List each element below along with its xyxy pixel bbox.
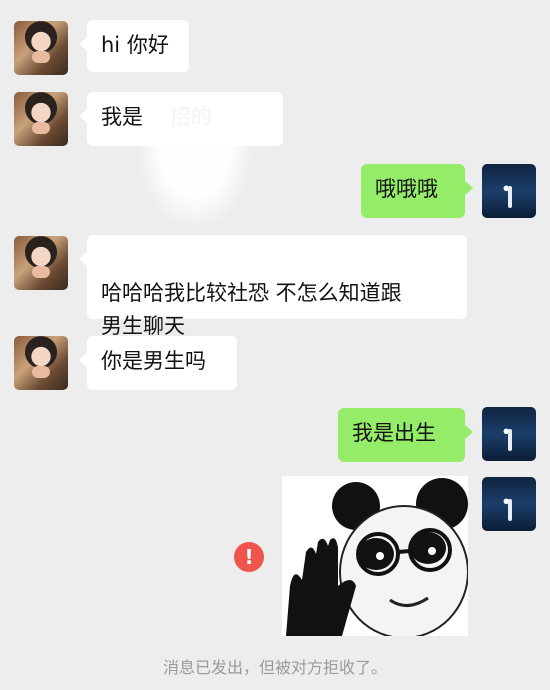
message-text-3: 哦哦哦 [375, 177, 438, 201]
message-text-2: 我是 招的 [101, 105, 212, 129]
message-text-6: 我是出生 [352, 421, 436, 445]
message-text-5: 你是男生吗 [101, 349, 206, 373]
message-bubble-3[interactable]: 哦哦哦 [361, 164, 473, 218]
contact-avatar[interactable] [14, 236, 68, 290]
message-text-4: 哈哈哈我比较社恐 不怎么知道跟 男生聊天 [101, 281, 402, 338]
message-rejected-notice: 消息已发出，但被对方拒收了。 [162, 658, 387, 677]
panda-meme-sticker-image[interactable] [282, 476, 468, 636]
message-bubble-6[interactable]: 我是出生 [338, 408, 473, 462]
error-icon[interactable]: ! [234, 542, 264, 572]
message-bubble-4[interactable]: 哈哈哈我比较社恐 不怎么知道跟 男生聊天 [79, 235, 467, 338]
my-avatar[interactable] [482, 477, 536, 531]
message-bubble-1[interactable]: hi 你好 [79, 20, 189, 72]
message-text-1: hi 你好 [101, 33, 169, 57]
contact-avatar[interactable] [14, 92, 68, 146]
contact-avatar[interactable] [14, 336, 68, 390]
panda-sticker-art [282, 476, 468, 636]
my-avatar[interactable] [482, 407, 536, 461]
my-avatar[interactable] [482, 164, 536, 218]
contact-avatar[interactable] [14, 21, 68, 75]
message-bubble-2[interactable]: 我是 招的 [79, 92, 283, 146]
message-bubble-5[interactable]: 你是男生吗 [79, 336, 237, 390]
